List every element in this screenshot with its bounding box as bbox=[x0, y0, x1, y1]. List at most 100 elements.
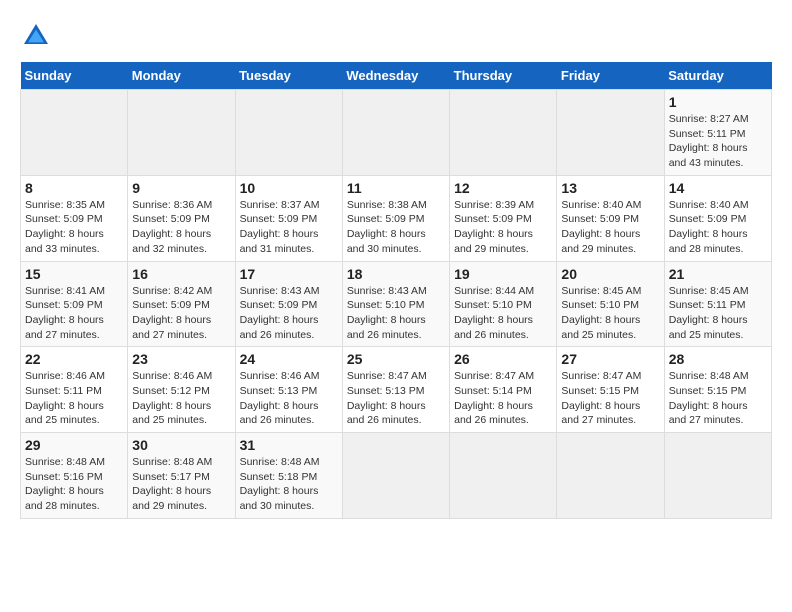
calendar-cell: 9 Sunrise: 8:36 AMSunset: 5:09 PMDaylight… bbox=[128, 175, 235, 261]
day-header-saturday: Saturday bbox=[664, 62, 771, 90]
calendar-cell: 17 Sunrise: 8:43 AMSunset: 5:09 PMDayligh… bbox=[235, 261, 342, 347]
calendar-cell: 21 Sunrise: 8:45 AMSunset: 5:11 PMDayligh… bbox=[664, 261, 771, 347]
day-number: 15 bbox=[25, 266, 123, 282]
calendar-week-3: 15 Sunrise: 8:41 AMSunset: 5:09 PMDayligh… bbox=[21, 261, 772, 347]
calendar-cell: 11 Sunrise: 8:38 AMSunset: 5:09 PMDayligh… bbox=[342, 175, 449, 261]
day-header-wednesday: Wednesday bbox=[342, 62, 449, 90]
calendar-cell: 26 Sunrise: 8:47 AMSunset: 5:14 PMDayligh… bbox=[450, 347, 557, 433]
calendar-week-4: 22 Sunrise: 8:46 AMSunset: 5:11 PMDayligh… bbox=[21, 347, 772, 433]
day-info: Sunrise: 8:47 AMSunset: 5:13 PMDaylight:… bbox=[347, 369, 445, 428]
header-row: SundayMondayTuesdayWednesdayThursdayFrid… bbox=[21, 62, 772, 90]
calendar-cell: 18 Sunrise: 8:43 AMSunset: 5:10 PMDayligh… bbox=[342, 261, 449, 347]
day-number: 11 bbox=[347, 180, 445, 196]
day-number: 14 bbox=[669, 180, 767, 196]
day-number: 22 bbox=[25, 351, 123, 367]
calendar-table: SundayMondayTuesdayWednesdayThursdayFrid… bbox=[20, 62, 772, 519]
day-info: Sunrise: 8:43 AMSunset: 5:09 PMDaylight:… bbox=[240, 284, 338, 343]
day-info: Sunrise: 8:48 AMSunset: 5:16 PMDaylight:… bbox=[25, 455, 123, 514]
calendar-cell: 22 Sunrise: 8:46 AMSunset: 5:11 PMDayligh… bbox=[21, 347, 128, 433]
calendar-cell: 13Sunrise: 8:40 AMSunset: 5:09 PMDayligh… bbox=[557, 175, 664, 261]
calendar-cell: 20 Sunrise: 8:45 AMSunset: 5:10 PMDayligh… bbox=[557, 261, 664, 347]
day-number: 31 bbox=[240, 437, 338, 453]
day-info: Sunrise: 8:27 AMSunset: 5:11 PMDaylight:… bbox=[669, 112, 767, 171]
day-info: Sunrise: 8:35 AMSunset: 5:09 PMDaylight:… bbox=[25, 198, 123, 257]
calendar-week-2: 8 Sunrise: 8:35 AMSunset: 5:09 PMDaylight… bbox=[21, 175, 772, 261]
calendar-cell: 23 Sunrise: 8:46 AMSunset: 5:12 PMDayligh… bbox=[128, 347, 235, 433]
calendar-cell: 16 Sunrise: 8:42 AMSunset: 5:09 PMDayligh… bbox=[128, 261, 235, 347]
day-header-monday: Monday bbox=[128, 62, 235, 90]
day-info: Sunrise: 8:40 AMSunset: 5:09 PMDaylight:… bbox=[561, 198, 659, 257]
calendar-cell: 19 Sunrise: 8:44 AMSunset: 5:10 PMDayligh… bbox=[450, 261, 557, 347]
logo-icon bbox=[20, 20, 52, 52]
logo bbox=[20, 20, 56, 52]
calendar-cell: 8 Sunrise: 8:35 AMSunset: 5:09 PMDaylight… bbox=[21, 175, 128, 261]
day-info: Sunrise: 8:46 AMSunset: 5:13 PMDaylight:… bbox=[240, 369, 338, 428]
calendar-cell bbox=[450, 90, 557, 176]
day-info: Sunrise: 8:48 AMSunset: 5:18 PMDaylight:… bbox=[240, 455, 338, 514]
day-number: 26 bbox=[454, 351, 552, 367]
day-number: 21 bbox=[669, 266, 767, 282]
day-info: Sunrise: 8:40 AMSunset: 5:09 PMDaylight:… bbox=[669, 198, 767, 257]
calendar-cell bbox=[557, 433, 664, 519]
day-number: 25 bbox=[347, 351, 445, 367]
calendar-cell: 15 Sunrise: 8:41 AMSunset: 5:09 PMDayligh… bbox=[21, 261, 128, 347]
calendar-cell: 14 Sunrise: 8:40 AMSunset: 5:09 PMDayligh… bbox=[664, 175, 771, 261]
day-number: 30 bbox=[132, 437, 230, 453]
day-number: 20 bbox=[561, 266, 659, 282]
calendar-cell: 12Sunrise: 8:39 AMSunset: 5:09 PMDayligh… bbox=[450, 175, 557, 261]
calendar-cell: 31 Sunrise: 8:48 AMSunset: 5:18 PMDayligh… bbox=[235, 433, 342, 519]
day-info: Sunrise: 8:36 AMSunset: 5:09 PMDaylight:… bbox=[132, 198, 230, 257]
calendar-week-5: 29 Sunrise: 8:48 AMSunset: 5:16 PMDayligh… bbox=[21, 433, 772, 519]
calendar-cell bbox=[235, 90, 342, 176]
calendar-cell bbox=[128, 90, 235, 176]
day-info: Sunrise: 8:48 AMSunset: 5:15 PMDaylight:… bbox=[669, 369, 767, 428]
day-number: 17 bbox=[240, 266, 338, 282]
day-info: Sunrise: 8:37 AMSunset: 5:09 PMDaylight:… bbox=[240, 198, 338, 257]
day-number: 24 bbox=[240, 351, 338, 367]
calendar-cell bbox=[342, 90, 449, 176]
calendar-cell: 29 Sunrise: 8:48 AMSunset: 5:16 PMDayligh… bbox=[21, 433, 128, 519]
day-number: 16 bbox=[132, 266, 230, 282]
day-number: 1 bbox=[669, 94, 767, 110]
calendar-cell: 27 Sunrise: 8:47 AMSunset: 5:15 PMDayligh… bbox=[557, 347, 664, 433]
day-number: 28 bbox=[669, 351, 767, 367]
calendar-cell bbox=[664, 433, 771, 519]
day-number: 23 bbox=[132, 351, 230, 367]
page-header bbox=[20, 20, 772, 52]
day-info: Sunrise: 8:41 AMSunset: 5:09 PMDaylight:… bbox=[25, 284, 123, 343]
day-info: Sunrise: 8:47 AMSunset: 5:15 PMDaylight:… bbox=[561, 369, 659, 428]
day-info: Sunrise: 8:43 AMSunset: 5:10 PMDaylight:… bbox=[347, 284, 445, 343]
calendar-cell: 1 Sunrise: 8:27 AMSunset: 5:11 PMDaylight… bbox=[664, 90, 771, 176]
calendar-cell bbox=[21, 90, 128, 176]
day-number: 10 bbox=[240, 180, 338, 196]
day-info: Sunrise: 8:47 AMSunset: 5:14 PMDaylight:… bbox=[454, 369, 552, 428]
day-info: Sunrise: 8:48 AMSunset: 5:17 PMDaylight:… bbox=[132, 455, 230, 514]
calendar-cell: 30 Sunrise: 8:48 AMSunset: 5:17 PMDayligh… bbox=[128, 433, 235, 519]
day-header-sunday: Sunday bbox=[21, 62, 128, 90]
calendar-cell: 25 Sunrise: 8:47 AMSunset: 5:13 PMDayligh… bbox=[342, 347, 449, 433]
calendar-cell bbox=[342, 433, 449, 519]
calendar-cell: 24 Sunrise: 8:46 AMSunset: 5:13 PMDayligh… bbox=[235, 347, 342, 433]
calendar-week-1: 1 Sunrise: 8:27 AMSunset: 5:11 PMDaylight… bbox=[21, 90, 772, 176]
day-number: 29 bbox=[25, 437, 123, 453]
day-info: Sunrise: 8:44 AMSunset: 5:10 PMDaylight:… bbox=[454, 284, 552, 343]
day-header-tuesday: Tuesday bbox=[235, 62, 342, 90]
day-info: Sunrise: 8:42 AMSunset: 5:09 PMDaylight:… bbox=[132, 284, 230, 343]
day-info: Sunrise: 8:45 AMSunset: 5:11 PMDaylight:… bbox=[669, 284, 767, 343]
day-number: 18 bbox=[347, 266, 445, 282]
calendar-cell: 28 Sunrise: 8:48 AMSunset: 5:15 PMDayligh… bbox=[664, 347, 771, 433]
day-number: 19 bbox=[454, 266, 552, 282]
day-info: Sunrise: 8:46 AMSunset: 5:12 PMDaylight:… bbox=[132, 369, 230, 428]
calendar-cell: 10 Sunrise: 8:37 AMSunset: 5:09 PMDayligh… bbox=[235, 175, 342, 261]
day-header-thursday: Thursday bbox=[450, 62, 557, 90]
day-number: 8 bbox=[25, 180, 123, 196]
calendar-cell bbox=[557, 90, 664, 176]
calendar-cell bbox=[450, 433, 557, 519]
day-info: Sunrise: 8:45 AMSunset: 5:10 PMDaylight:… bbox=[561, 284, 659, 343]
day-number: 27 bbox=[561, 351, 659, 367]
day-header-friday: Friday bbox=[557, 62, 664, 90]
day-number: 12 bbox=[454, 180, 552, 196]
day-info: Sunrise: 8:38 AMSunset: 5:09 PMDaylight:… bbox=[347, 198, 445, 257]
day-info: Sunrise: 8:46 AMSunset: 5:11 PMDaylight:… bbox=[25, 369, 123, 428]
day-number: 9 bbox=[132, 180, 230, 196]
